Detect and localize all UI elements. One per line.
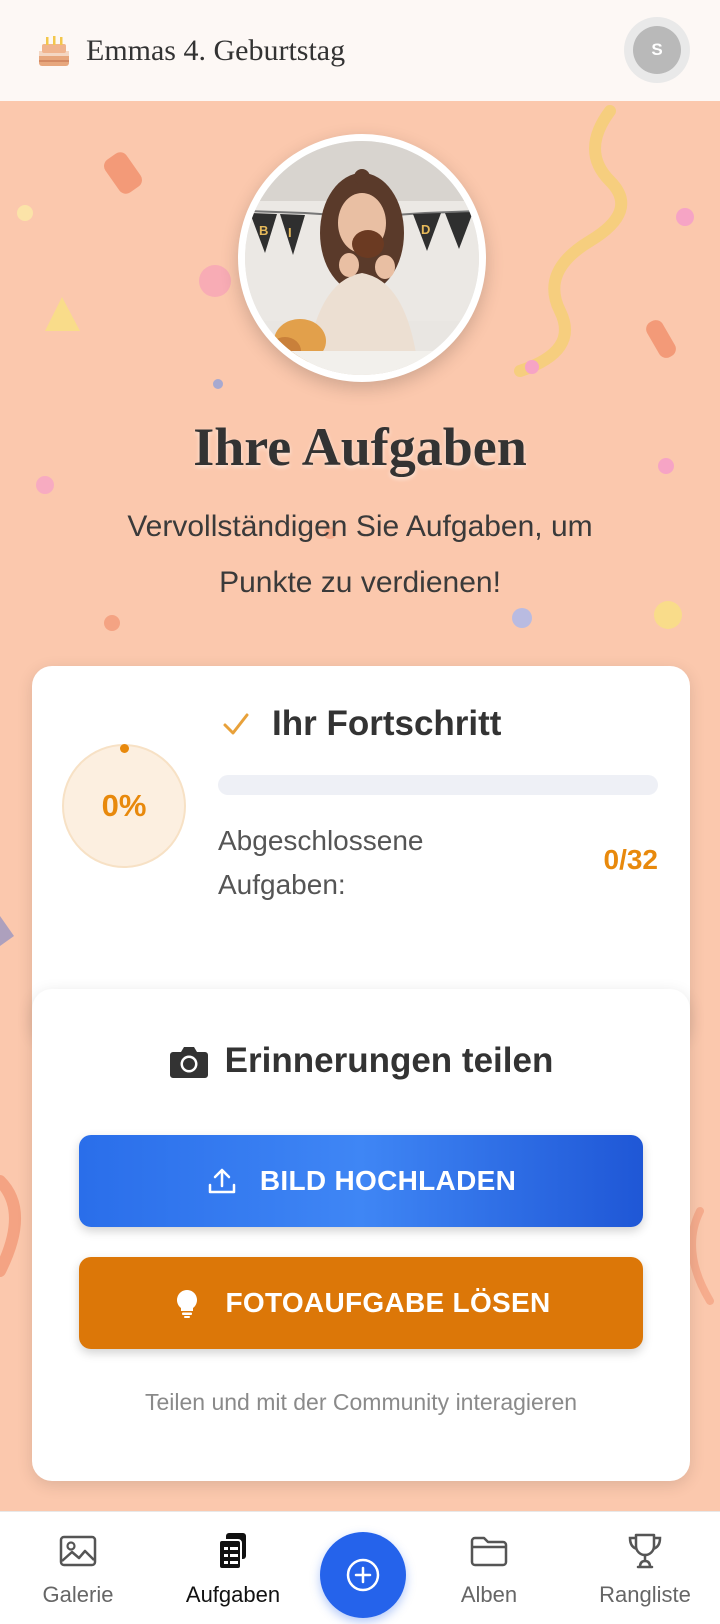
upload-icon	[208, 1168, 236, 1194]
app-header: Emmas 4. Geburtstag S	[0, 0, 720, 101]
share-heading: Erinnerungen teilen	[32, 1041, 690, 1081]
app-title: Emmas 4. Geburtstag	[86, 33, 346, 67]
upload-image-label: BILD HOCHLADEN	[259, 1165, 517, 1196]
nav-item-aufgaben[interactable]: Aufgaben	[163, 1512, 303, 1624]
completed-tasks-count: 0/32	[603, 844, 659, 875]
nav-item-rangliste[interactable]: Rangliste	[575, 1512, 715, 1624]
solve-photo-task-label: FOTOAUFGABE LÖSEN	[225, 1287, 551, 1318]
bottom-navigation: Galerie Aufgaben Alben Rangliste	[0, 1511, 720, 1624]
plus-circle-icon	[346, 1558, 380, 1592]
progress-ring: 0%	[62, 744, 186, 868]
trophy-icon	[628, 1533, 662, 1569]
completed-tasks-label: Abgeschlossene Aufgaben:	[218, 825, 424, 900]
progress-title: Ihr Fortschritt	[272, 704, 502, 743]
share-footer-text: Teilen und mit der Community interagiere…	[144, 1389, 578, 1415]
avatar-initial: S	[633, 26, 681, 74]
progress-bar	[218, 775, 658, 795]
lightbulb-icon	[177, 1290, 198, 1318]
progress-heading: Ihr Fortschritt	[220, 704, 501, 744]
nav-label-aufgaben: Aufgaben	[185, 1582, 281, 1607]
nav-label-rangliste: Rangliste	[599, 1582, 691, 1607]
birthday-child-photo: B I D	[245, 141, 479, 375]
camera-icon	[169, 1047, 208, 1078]
image-icon	[59, 1535, 97, 1567]
progress-card: 0% Ihr Fortschritt Abgeschlossene Aufgab…	[32, 666, 690, 1042]
page-subtitle: Vervollständigen Sie Aufgaben, um Punkte…	[127, 510, 593, 599]
nav-label-galerie: Galerie	[42, 1582, 114, 1607]
nav-item-galerie[interactable]: Galerie	[8, 1512, 148, 1624]
add-button[interactable]	[320, 1532, 406, 1618]
folder-icon	[470, 1536, 508, 1567]
tasks-icon	[218, 1533, 246, 1570]
checkmark-icon	[223, 713, 249, 735]
user-avatar[interactable]: S	[624, 17, 690, 83]
progress-ring-indicator	[120, 744, 129, 753]
nav-item-alben[interactable]: Alben	[419, 1512, 559, 1624]
upload-image-button[interactable]: BILD HOCHLADEN	[79, 1135, 643, 1227]
svg-text:B: B	[259, 223, 268, 238]
solve-photo-task-button[interactable]: FOTOAUFGABE LÖSEN	[79, 1257, 643, 1349]
page-title: Ihre Aufgaben	[193, 417, 527, 477]
svg-text:I: I	[288, 225, 292, 240]
birthday-cake-icon	[39, 35, 69, 66]
share-title: Erinnerungen teilen	[224, 1041, 554, 1080]
share-memories-card: Erinnerungen teilen BILD HOCHLADEN FOTOA…	[32, 989, 690, 1481]
svg-text:D: D	[421, 222, 430, 237]
profile-photo-frame: B I D	[238, 134, 486, 382]
nav-label-alben: Alben	[460, 1582, 518, 1607]
progress-percent: 0%	[101, 788, 147, 823]
